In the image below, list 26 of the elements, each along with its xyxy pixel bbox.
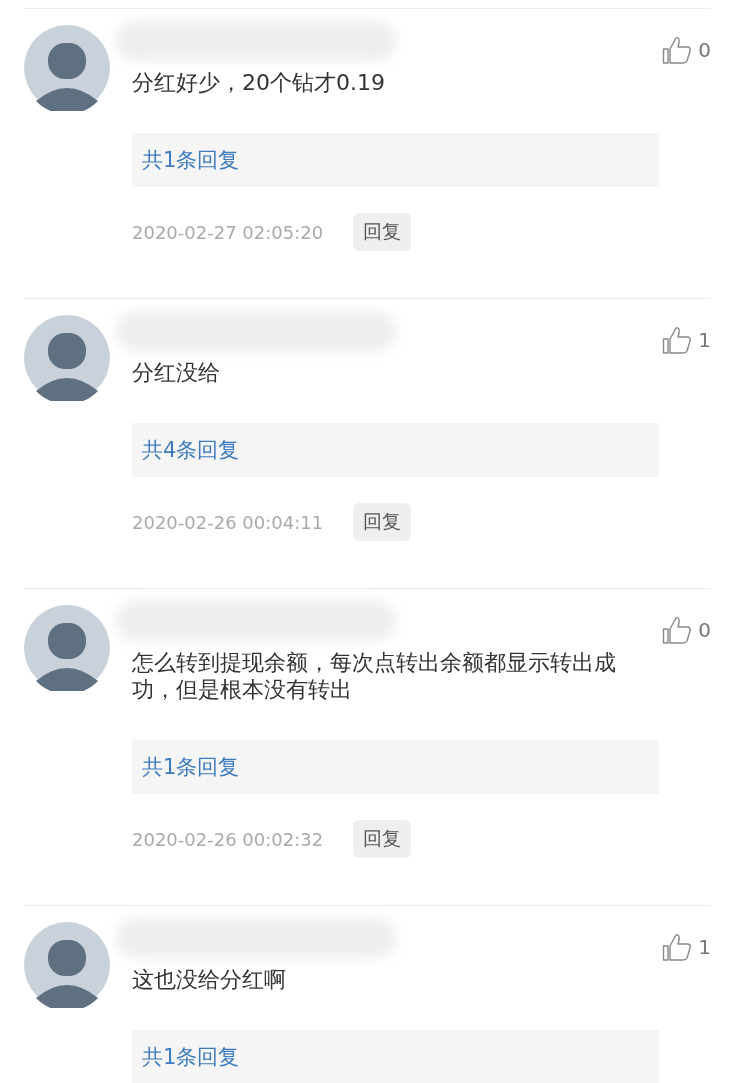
comment-time: 2020-02-27 02:05:20 [132,221,324,243]
replies-link[interactable]: 共1条回复 [132,133,659,187]
thumbs-up-icon[interactable] [662,35,693,65]
like-count: 1 [698,934,711,961]
thumbs-up-icon[interactable] [662,615,693,645]
comment-text: 这也没给分红啊 [132,966,287,993]
comment-text: 分红没给 [132,359,221,386]
avatar-icon [24,922,110,1008]
replies-link[interactable]: 共1条回复 [132,1030,659,1083]
comment-text: 怎么转到提现余额，每次点转出余额都显示转出成功，但是根本没有转出 [132,649,617,703]
like-count: 0 [698,617,711,644]
like-count: 1 [698,327,711,354]
replies-link[interactable]: 共1条回复 [132,740,659,794]
comment-time: 2020-02-26 00:02:32 [132,828,324,850]
reply-button[interactable]: 回复 [353,503,412,541]
comment-text: 分红好少，20个钻才0.19 [132,69,386,96]
reply-button[interactable]: 回复 [353,213,412,251]
avatar-icon [24,25,110,111]
reply-button[interactable]: 回复 [353,820,412,858]
replies-link[interactable]: 共4条回复 [132,423,659,477]
avatar-icon [24,605,110,691]
thumbs-up-icon[interactable] [662,325,693,355]
comment-time: 2020-02-26 00:04:11 [132,511,324,533]
like-count: 0 [698,37,711,64]
thumbs-up-icon[interactable] [662,932,693,962]
avatar-icon [24,315,110,401]
